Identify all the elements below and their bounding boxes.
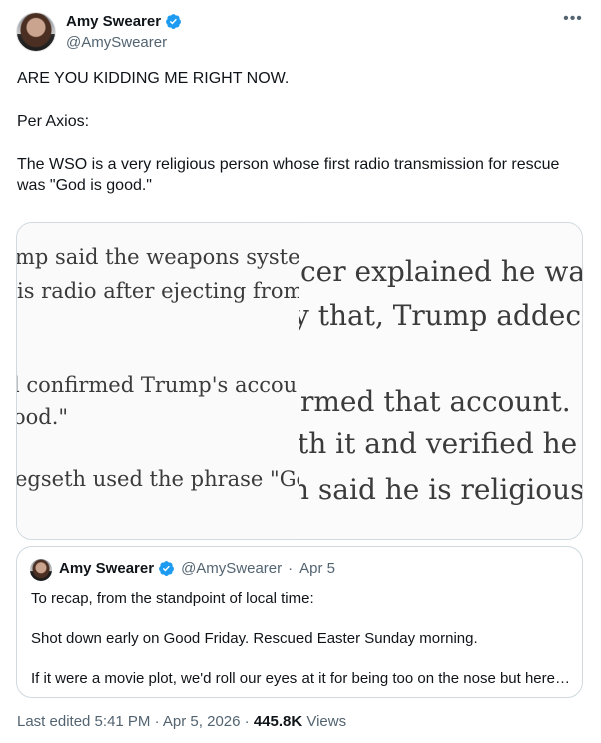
- author-name-row: Amy Swearer: [66, 13, 182, 30]
- crop-text-line: cer explained he wa: [300, 255, 583, 288]
- article-crop-right: cer explained he wa y that, Trump addec …: [299, 223, 583, 539]
- crop-text-line: ood.": [17, 405, 69, 429]
- quoted-author-name[interactable]: Amy Swearer: [59, 560, 154, 577]
- post-footer: Last edited 5:41 PM · Apr 5, 2026 · 445.…: [17, 713, 346, 730]
- article-crop-left: mp said the weapons syste is radio after…: [17, 223, 299, 539]
- crop-text-line: th it and verified he: [299, 427, 578, 460]
- crop-text-line: l confirmed Trump's accou: [17, 373, 298, 397]
- crop-text-line: n said he is religious: [299, 473, 583, 506]
- crop-text-line: mp said the weapons syste: [17, 245, 299, 269]
- crop-text-line: egseth used the phrase "Go: [17, 467, 299, 491]
- quoted-separator: ·: [288, 560, 294, 577]
- author-handle[interactable]: @AmySwearer: [66, 34, 167, 51]
- views-count: 445.8K: [253, 713, 303, 730]
- crop-text-line: rmed that account.: [300, 385, 571, 418]
- post-paragraph: ARE YOU KIDDING ME RIGHT NOW.: [17, 70, 290, 87]
- quoted-paragraph: To recap, from the standpoint of local t…: [31, 590, 314, 607]
- verified-badge-icon: [166, 14, 181, 29]
- edited-timestamp[interactable]: Last edited 5:41 PM · Apr 5, 2026 ·: [17, 713, 250, 730]
- author-avatar[interactable]: [16, 12, 56, 52]
- post-header: Amy Swearer @AmySwearer •••: [16, 11, 585, 54]
- quoted-author-avatar[interactable]: [30, 559, 52, 581]
- crop-text-line: y that, Trump addec: [299, 299, 582, 332]
- quoted-paragraph: If it were a movie plot, we'd roll our e…: [31, 670, 570, 687]
- views-label: Views: [306, 713, 347, 730]
- crop-text-line: is radio after ejecting from: [17, 279, 299, 303]
- post-text: ARE YOU KIDDING ME RIGHT NOW. Per Axios:…: [17, 68, 577, 218]
- quoted-paragraph: Shot down early on Good Friday. Rescued …: [31, 630, 478, 647]
- post-image[interactable]: mp said the weapons syste is radio after…: [16, 222, 583, 540]
- verified-badge-icon: [159, 561, 174, 576]
- post-paragraph: Per Axios:: [17, 113, 90, 130]
- more-options-icon[interactable]: •••: [561, 11, 585, 32]
- quoted-author-handle[interactable]: @AmySwearer: [181, 560, 282, 577]
- quoted-post-text: To recap, from the standpoint of local t…: [31, 589, 571, 709]
- quoted-post-header: Amy Swearer @AmySwearer · Apr 5: [59, 560, 335, 577]
- author-name[interactable]: Amy Swearer: [66, 13, 161, 30]
- quoted-post[interactable]: Amy Swearer @AmySwearer · Apr 5 To recap…: [16, 546, 583, 698]
- quoted-post-date[interactable]: Apr 5: [299, 560, 335, 577]
- post-paragraph: The WSO is a very religious person whose…: [17, 156, 564, 194]
